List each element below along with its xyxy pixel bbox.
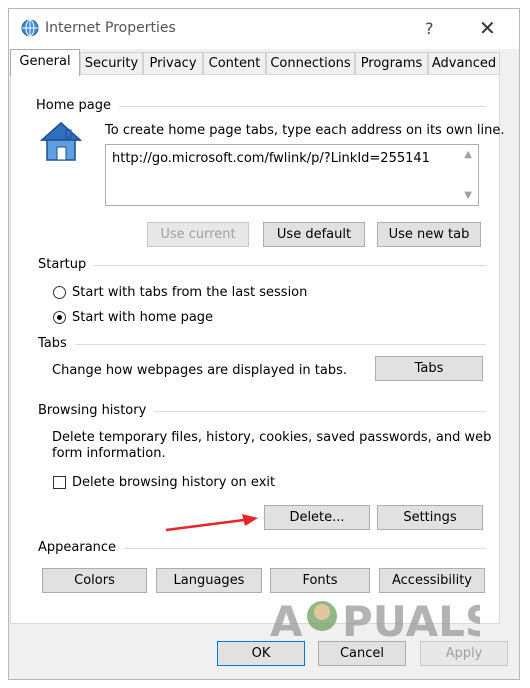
delete-button[interactable]: Delete... (264, 505, 370, 530)
startup-home-page-label[interactable]: Start with home page (72, 310, 213, 326)
delete-on-exit-checkbox[interactable] (53, 476, 66, 489)
tab-connections[interactable]: Connections (266, 52, 355, 74)
browsing-history-description-2: form information. (52, 446, 166, 461)
tab-privacy[interactable]: Privacy (143, 52, 203, 74)
browsing-history-description-1: Delete temporary files, history, cookies… (52, 430, 492, 445)
tab-security[interactable]: Security (80, 52, 143, 74)
cancel-button[interactable]: Cancel (318, 641, 406, 666)
home-page-icon (40, 121, 82, 161)
tab-general[interactable]: General (10, 49, 80, 76)
ok-button[interactable]: OK (217, 641, 305, 666)
tabs-section-title: Tabs (38, 336, 75, 351)
startup-divider (40, 265, 486, 266)
home-page-instruction: To create home page tabs, type each addr… (105, 123, 505, 138)
tab-content[interactable]: Content (203, 52, 266, 74)
home-page-url-input[interactable]: http://go.microsoft.com/fwlink/p/?LinkId… (105, 144, 479, 206)
tab-strip: General Security Privacy Content Connect… (10, 49, 500, 76)
languages-button[interactable]: Languages (156, 568, 262, 593)
appuals-watermark-logo: A PUALS (270, 597, 480, 646)
tab-advanced[interactable]: Advanced (428, 52, 500, 74)
apply-button[interactable]: Apply (420, 641, 508, 666)
window-title: Internet Properties (45, 20, 176, 36)
red-arrow-annotation (165, 514, 258, 532)
svg-text:PUALS: PUALS (342, 597, 480, 646)
home-page-title: Home page (36, 98, 119, 113)
home-page-url-text: http://go.microsoft.com/fwlink/p/?LinkId… (112, 151, 430, 166)
use-new-tab-button[interactable]: Use new tab (377, 222, 481, 247)
browsing-history-title: Browsing history (38, 403, 155, 418)
colors-button[interactable]: Colors (42, 568, 147, 593)
settings-button[interactable]: Settings (377, 505, 483, 530)
scroll-down-icon[interactable]: ▼ (464, 190, 472, 201)
tabs-description: Change how webpages are displayed in tab… (52, 363, 348, 378)
title-bar: Internet Properties ? ✕ (9, 9, 519, 49)
tabs-divider (40, 344, 486, 345)
delete-on-exit-label[interactable]: Delete browsing history on exit (72, 475, 275, 491)
startup-last-session-radio[interactable] (53, 286, 66, 299)
close-button[interactable]: ✕ (479, 16, 496, 40)
startup-home-page-radio[interactable] (53, 311, 66, 324)
appearance-title: Appearance (38, 540, 125, 555)
help-button[interactable]: ? (425, 19, 434, 38)
use-default-button[interactable]: Use default (263, 222, 365, 247)
tab-programs[interactable]: Programs (355, 52, 428, 74)
use-current-button[interactable]: Use current (147, 222, 249, 247)
startup-title: Startup (38, 257, 95, 272)
svg-text:A: A (270, 597, 303, 646)
scroll-up-icon[interactable]: ▲ (464, 149, 472, 160)
startup-last-session-label[interactable]: Start with tabs from the last session (72, 285, 307, 301)
radio-selected-dot (57, 315, 62, 320)
internet-globe-icon (21, 19, 39, 37)
tabs-button[interactable]: Tabs (375, 356, 483, 381)
